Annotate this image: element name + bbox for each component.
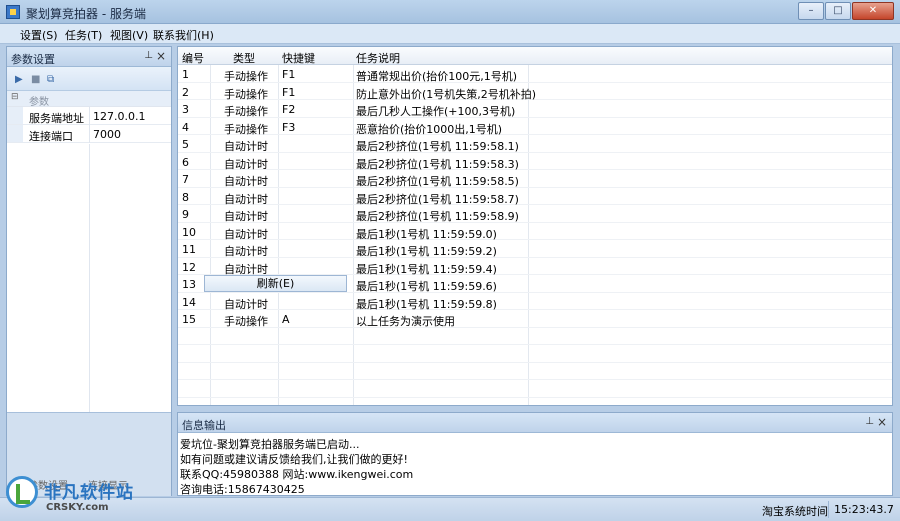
empty-row — [178, 328, 892, 345]
info-line: 咨询电话:15867430425 — [180, 483, 305, 496]
property-name: 服务端地址 — [29, 112, 84, 125]
cell-hotkey: F1 — [282, 85, 296, 99]
table-row[interactable]: 1 手动操作 F1 普通常规出价(抬价100元,1号机) — [178, 65, 892, 83]
empty-row — [178, 345, 892, 363]
menu-bar: 设置(S) 任务(T) 视图(V) 联系我们(H) — [0, 24, 900, 44]
info-panel-header: 信息输出 ⊥ × — [178, 413, 892, 433]
param-panel-title: 参数设置 — [11, 53, 55, 66]
cell-id: 15 — [182, 313, 196, 326]
collapse-icon[interactable]: ⊟ — [11, 92, 19, 102]
table-row[interactable]: 8 自动计时 最后2秒挤位(1号机 11:59:58.7) — [178, 188, 892, 206]
app-icon — [6, 5, 20, 19]
category-label: 参数 — [29, 97, 49, 108]
cell-id: 1 — [182, 68, 189, 81]
watermark: 非凡软件站 CRSKY.com — [4, 470, 154, 518]
copy-icon[interactable]: ⧉ — [47, 74, 54, 85]
empty-row — [178, 380, 892, 398]
param-panel-header: 参数设置 ⊥ × — [7, 47, 171, 67]
cell-id: 14 — [182, 295, 196, 309]
cell-hotkey: A — [282, 313, 290, 326]
grid-header: 编号 类型 快捷键 任务说明 — [178, 47, 892, 65]
table-row[interactable]: 7 自动计时 最后2秒挤位(1号机 11:59:58.5) — [178, 170, 892, 188]
pin-icon[interactable]: ⊥ — [144, 50, 153, 61]
cell-id: 5 — [182, 138, 189, 151]
table-row[interactable]: 14 自动计时 最后1秒(1号机 11:59:59.8) — [178, 293, 892, 311]
info-line: 爱坑位-聚划算竞拍器服务端已启动... — [180, 438, 360, 451]
stop-icon[interactable]: ■ — [31, 74, 40, 85]
status-label: 淘宝系统时间 — [762, 505, 828, 518]
info-panel-title: 信息输出 — [182, 419, 226, 432]
cell-hotkey: F1 — [282, 68, 296, 81]
table-row[interactable]: 2 手动操作 F1 防止意外出价(1号机失策,2号机补拍) — [178, 83, 892, 101]
table-row[interactable]: 15 手动操作 A 以上任务为演示使用 — [178, 310, 892, 328]
grid-body: 1 手动操作 F1 普通常规出价(抬价100元,1号机) 2 手动操作 F1 防止意外出价(1… — [178, 65, 892, 398]
table-row[interactable]: 10 自动计时 最后1秒(1号机 11:59:59.0) — [178, 223, 892, 241]
cell-id: 7 — [182, 173, 189, 186]
crsky-logo-icon — [6, 476, 38, 508]
refresh-button[interactable]: 刷新(E) — [204, 275, 347, 292]
window-title: 聚划算竞拍器 - 服务端 — [26, 7, 146, 21]
minimize-button[interactable]: – — [798, 2, 824, 20]
info-line: 如有问题或建议请反馈给我们,让我们做的更好! — [180, 453, 408, 466]
table-row[interactable]: 12 自动计时 最后1秒(1号机 11:59:59.4) — [178, 258, 892, 276]
info-line: 联系QQ:45980388 网站:www.ikengwei.com — [180, 468, 414, 481]
property-name: 连接端口 — [29, 130, 73, 143]
server-address-value[interactable]: 127.0.0.1 — [93, 110, 145, 123]
table-row[interactable]: 13 最后1秒(1号机 11:59:59.6) 刷新(E) — [178, 275, 892, 293]
cell-id: 2 — [182, 85, 189, 99]
cell-id: 12 — [182, 260, 196, 274]
close-button[interactable]: ✕ — [852, 2, 894, 20]
cell-id: 4 — [182, 120, 189, 134]
column-header[interactable]: 类型 — [233, 50, 255, 66]
pin-icon[interactable]: ⊥ — [865, 416, 874, 427]
column-header[interactable]: 任务说明 — [356, 50, 400, 66]
cell-id: 8 — [182, 190, 189, 204]
table-row[interactable]: 11 自动计时 最后1秒(1号机 11:59:59.2) — [178, 240, 892, 258]
menu-settings[interactable]: 设置(S) — [20, 27, 58, 43]
table-row[interactable]: 6 自动计时 最后2秒挤位(1号机 11:59:58.3) — [178, 153, 892, 171]
close-icon[interactable]: × — [877, 415, 887, 429]
task-grid: 编号 类型 快捷键 任务说明 1 手动操作 F1 普通常规出价(抬价100元,1号机)… — [177, 46, 893, 406]
property-category[interactable]: ⊟ 参数 — [7, 91, 171, 108]
column-header[interactable]: 快捷键 — [282, 50, 315, 66]
cell-id: 13 — [182, 278, 196, 291]
watermark-subtext: CRSKY.com — [46, 502, 109, 513]
table-row[interactable]: 9 自动计时 最后2秒挤位(1号机 11:59:58.9) — [178, 205, 892, 223]
property-row[interactable]: 服务端地址 127.0.0.1 — [7, 107, 171, 125]
menu-tasks[interactable]: 任务(T) — [65, 27, 102, 43]
column-header[interactable]: 编号 — [182, 50, 204, 66]
param-toolbar: ▶ ■ ⧉ — [7, 67, 171, 91]
table-row[interactable]: 3 手动操作 F2 最后几秒人工操作(+100,3号机) — [178, 100, 892, 118]
play-icon[interactable]: ▶ — [15, 74, 23, 85]
title-bar: 聚划算竞拍器 - 服务端 – □ ✕ — [0, 0, 900, 24]
menu-view[interactable]: 视图(V) — [110, 27, 148, 43]
cell-hotkey: F3 — [282, 120, 296, 134]
empty-row — [178, 363, 892, 380]
param-panel: 参数设置 ⊥ × ▶ ■ ⧉ ⊟ 参数 服务端地址 127.0.0.1 连接端口… — [6, 46, 172, 496]
cell-hotkey: F2 — [282, 103, 296, 116]
cell-id: 9 — [182, 208, 189, 221]
port-value[interactable]: 7000 — [93, 128, 121, 141]
maximize-button[interactable]: □ — [825, 2, 851, 20]
cell-id: 6 — [182, 155, 189, 169]
watermark-text: 非凡软件站 — [44, 483, 134, 503]
property-row[interactable]: 连接端口 7000 — [7, 125, 171, 143]
system-time: 15:23:43.7 — [834, 503, 894, 516]
info-panel: 信息输出 ⊥ × 爱坑位-聚划算竞拍器服务端已启动... 如有问题或建议请反馈给… — [177, 412, 893, 496]
menu-contact[interactable]: 联系我们(H) — [153, 27, 214, 43]
table-row[interactable]: 5 自动计时 最后2秒挤位(1号机 11:59:58.1) — [178, 135, 892, 153]
cell-id: 11 — [182, 243, 196, 256]
close-icon[interactable]: × — [156, 49, 166, 63]
table-row[interactable]: 4 手动操作 F3 恶意抬价(抬价1000出,1号机) — [178, 118, 892, 136]
cell-id: 10 — [182, 225, 196, 239]
cell-id: 3 — [182, 103, 189, 116]
window-controls: – □ ✕ — [798, 2, 894, 20]
